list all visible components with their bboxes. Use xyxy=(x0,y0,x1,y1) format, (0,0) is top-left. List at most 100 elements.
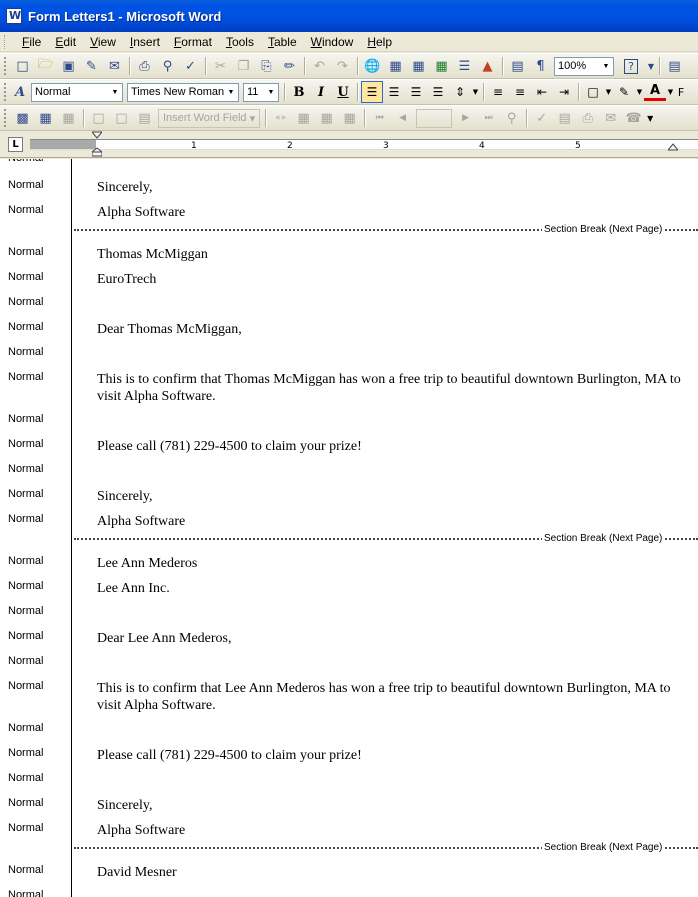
find-entry-icon[interactable]: ⚲ xyxy=(500,107,523,129)
styles-formatting-icon[interactable]: A xyxy=(11,81,29,103)
propagate-labels-icon[interactable]: ▦ xyxy=(338,107,361,129)
permission-icon[interactable]: ✎ xyxy=(80,55,103,77)
email-icon[interactable]: ✉ xyxy=(103,55,126,77)
chevron-down-icon[interactable]: ▼ xyxy=(599,58,613,75)
previous-record-icon[interactable]: ◀ xyxy=(391,107,414,129)
toolbar-grip[interactable] xyxy=(4,83,7,101)
menu-window[interactable]: Window xyxy=(304,33,361,51)
closing-line[interactable]: Sincerely, xyxy=(97,179,687,196)
check-errors-icon[interactable]: ✓ xyxy=(530,107,553,129)
recipient-name[interactable]: Lee Ann Mederos xyxy=(97,555,687,572)
highlight-merge-fields-icon[interactable]: ▦ xyxy=(292,107,315,129)
insert-excel-icon[interactable]: ▦ xyxy=(430,55,453,77)
bullets-icon[interactable]: ≡ xyxy=(509,81,531,103)
underline-button[interactable]: U xyxy=(332,81,354,103)
toolbar-grip[interactable] xyxy=(4,109,7,127)
merge-new-document-icon[interactable]: ▤ xyxy=(553,107,576,129)
menu-tools[interactable]: Tools xyxy=(219,33,261,51)
drawing-icon[interactable]: ▲ xyxy=(476,55,499,77)
menu-edit[interactable]: Edit xyxy=(48,33,83,51)
copy-icon[interactable]: ❐ xyxy=(232,55,255,77)
merge-printer-icon[interactable]: ⎙ xyxy=(576,107,599,129)
menu-grip[interactable] xyxy=(4,34,7,49)
match-fields-icon[interactable]: ▦ xyxy=(315,107,338,129)
closing-line[interactable]: Sincerely, xyxy=(97,797,687,814)
truncated-button[interactable]: F xyxy=(675,81,687,103)
word-app-icon[interactable] xyxy=(6,8,22,24)
recipient-name[interactable]: Thomas McMiggan xyxy=(97,246,687,263)
tab-selector[interactable]: L xyxy=(8,137,23,152)
indent-markers-icon[interactable] xyxy=(92,131,102,157)
signature-line[interactable]: Alpha Software xyxy=(97,513,687,530)
align-left-icon[interactable]: ☰ xyxy=(361,81,383,103)
format-painter-icon[interactable]: ✏ xyxy=(278,55,301,77)
recipient-company[interactable]: EuroTrech xyxy=(97,271,687,288)
insert-word-field-select[interactable]: Insert Word Field ▾ xyxy=(158,108,261,128)
toolbar-options-icon[interactable]: ▼ xyxy=(646,55,656,77)
toolbar-grip[interactable] xyxy=(4,57,7,75)
document-area[interactable]: Normal Normal Normal Normal Normal Norma… xyxy=(0,159,698,897)
signature-line[interactable]: Alpha Software xyxy=(97,204,687,221)
last-record-icon[interactable]: ⏭ xyxy=(477,107,500,129)
zoom-select[interactable]: 100% ▼ xyxy=(554,56,614,76)
help-icon[interactable]: ? xyxy=(616,55,646,77)
cut-icon[interactable]: ✂ xyxy=(209,55,232,77)
insert-greeting-line-icon[interactable]: □ xyxy=(110,107,133,129)
open-folder-icon[interactable]: 🗁 xyxy=(34,55,57,77)
font-size-select[interactable]: 11 ▼ xyxy=(243,82,279,102)
body-paragraph[interactable]: This is to confirm that Thomas McMiggan … xyxy=(97,371,687,405)
increase-indent-icon[interactable]: ⇥ xyxy=(553,81,575,103)
print-preview-icon[interactable]: ⚲ xyxy=(156,55,179,77)
section-break[interactable]: Section Break (Next Page) xyxy=(74,842,698,854)
merge-email-icon[interactable]: ✉ xyxy=(599,107,622,129)
insert-merge-fields-icon[interactable]: ▤ xyxy=(133,107,156,129)
highlight-icon[interactable]: ✎ xyxy=(613,81,635,103)
body-paragraph[interactable]: This is to confirm that Lee Ann Mederos … xyxy=(97,680,687,714)
redo-icon[interactable]: ↷ xyxy=(331,55,354,77)
greeting-line[interactable]: Dear Thomas McMiggan, xyxy=(97,321,687,338)
merge-fax-icon[interactable]: ☎ xyxy=(622,107,645,129)
chevron-down-icon[interactable]: ▼ xyxy=(604,81,613,103)
menu-help[interactable]: Help xyxy=(360,33,399,51)
view-merged-data-icon[interactable]: «» xyxy=(269,107,292,129)
main-document-setup-icon[interactable]: ▩ xyxy=(11,107,34,129)
recipient-name[interactable]: David Mesner xyxy=(97,864,687,881)
save-icon[interactable]: ▣ xyxy=(57,55,80,77)
chevron-down-icon[interactable]: ▼ xyxy=(666,81,675,103)
horizontal-ruler[interactable]: L 1 2 3 4 5 xyxy=(0,131,698,158)
right-indent-icon[interactable] xyxy=(668,143,678,153)
menu-file[interactable]: File xyxy=(15,33,48,51)
section-break[interactable]: Section Break (Next Page) xyxy=(74,224,698,236)
borders-icon[interactable]: □ xyxy=(582,81,604,103)
menu-view[interactable]: View xyxy=(83,33,123,51)
chevron-down-icon[interactable]: ▼ xyxy=(108,84,122,101)
undo-icon[interactable]: ↶ xyxy=(308,55,331,77)
closing-line[interactable]: Sincerely, xyxy=(97,488,687,505)
signature-line[interactable]: Alpha Software xyxy=(97,822,687,839)
print-icon[interactable]: ⎙ xyxy=(133,55,156,77)
read-icon[interactable]: ▤ xyxy=(663,55,686,77)
bold-button[interactable]: B xyxy=(288,81,310,103)
chevron-down-icon[interactable]: ▼ xyxy=(224,84,238,101)
recipients-icon[interactable]: ▦ xyxy=(57,107,80,129)
new-document-icon[interactable]: □ xyxy=(11,55,34,77)
numbering-icon[interactable]: ≡ xyxy=(487,81,509,103)
align-center-icon[interactable]: ☰ xyxy=(383,81,405,103)
insert-table-icon[interactable]: ▦ xyxy=(407,55,430,77)
chevron-down-icon[interactable]: ▼ xyxy=(471,81,480,103)
show-hide-icon[interactable]: ¶ xyxy=(529,55,552,77)
chevron-down-icon[interactable]: ▼ xyxy=(264,84,278,101)
call-line[interactable]: Please call (781) 229-4500 to claim your… xyxy=(97,747,687,764)
decrease-indent-icon[interactable]: ⇤ xyxy=(531,81,553,103)
menu-table[interactable]: Table xyxy=(261,33,304,51)
next-record-icon[interactable]: ▶ xyxy=(454,107,477,129)
hyperlink-icon[interactable]: 🌐 xyxy=(361,55,384,77)
call-line[interactable]: Please call (781) 229-4500 to claim your… xyxy=(97,438,687,455)
columns-icon[interactable]: ☰ xyxy=(453,55,476,77)
document-map-icon[interactable]: ▤ xyxy=(506,55,529,77)
line-spacing-icon[interactable]: ⇕ xyxy=(449,81,471,103)
greeting-line[interactable]: Dear Lee Ann Mederos, xyxy=(97,630,687,647)
chevron-down-icon[interactable]: ▼ xyxy=(635,81,644,103)
toolbar-options-icon[interactable]: ▼ xyxy=(645,107,655,129)
style-select[interactable]: Normal ▼ xyxy=(31,82,123,102)
